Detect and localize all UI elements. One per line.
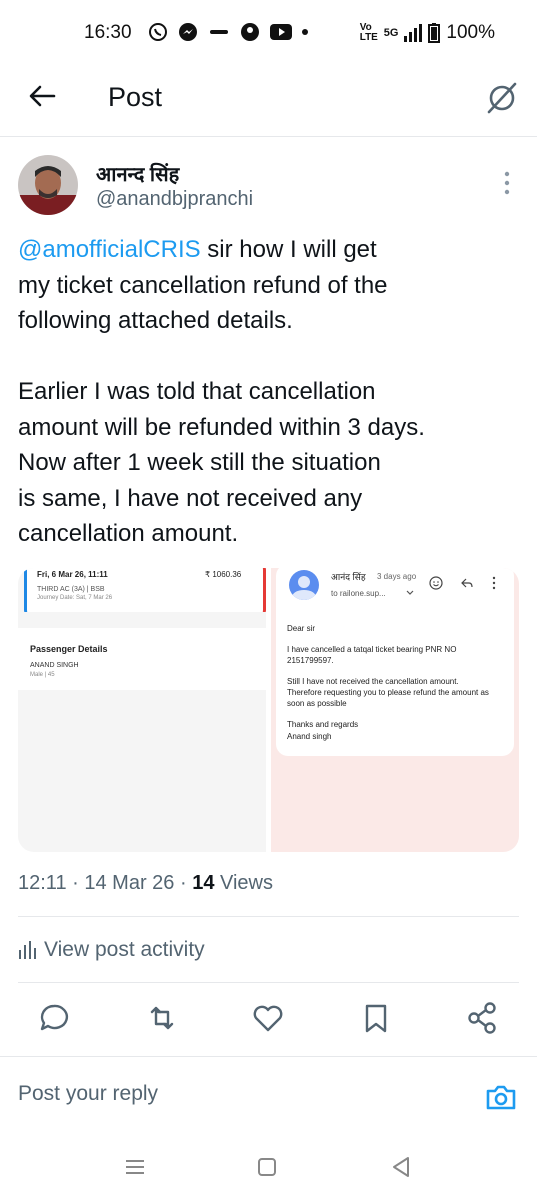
arrow-left-icon[interactable] — [26, 80, 58, 112]
post-meta: 12:11 · 14 Mar 26 · 14 Views — [18, 872, 273, 894]
views-count: 14 — [192, 872, 215, 894]
back-nav-icon[interactable] — [386, 1152, 416, 1182]
author-name[interactable]: आनन्द सिंह — [96, 160, 179, 187]
activity-divider — [18, 982, 519, 983]
chevron-down-icon — [406, 590, 414, 595]
view-activity-label: View post activity — [44, 938, 205, 961]
media-image-ticket[interactable]: Fri, 6 Mar 26, 11:11 ₹ 1060.36 THIRD AC … — [18, 568, 266, 852]
battery-percent: 100% — [446, 22, 495, 43]
reply-divider — [0, 1056, 537, 1057]
media-image-email[interactable]: आनंद सिंह 3 days ago to railone.sup... D… — [271, 568, 519, 852]
passenger-section-title: Passenger Details — [30, 644, 108, 654]
meta-divider — [18, 916, 519, 917]
youtube-icon — [270, 24, 292, 40]
signal-icon — [404, 24, 423, 42]
more-options-icon[interactable] — [500, 170, 514, 196]
more-notifications-dot — [302, 29, 308, 35]
email-more-icon — [492, 576, 496, 590]
reply-arrow-icon — [461, 578, 473, 588]
email-signature: Anand singh — [287, 732, 332, 741]
action-bar — [0, 998, 537, 1042]
ticket-date: Fri, 6 Mar 26, 11:11 — [37, 570, 108, 579]
email-sender: आनंद सिंह — [331, 572, 366, 582]
status-right: Vo LTE 5G 100% — [360, 22, 495, 44]
app-icon — [210, 30, 228, 34]
views-label: Views — [214, 872, 273, 894]
avatar[interactable] — [18, 155, 78, 215]
whatsapp-icon — [149, 23, 167, 41]
battery-icon — [428, 23, 441, 43]
email-closing: Thanks and regards — [287, 720, 359, 729]
app-icon-2 — [241, 23, 259, 41]
email-when: 3 days ago — [377, 572, 417, 581]
system-nav-bar — [0, 1140, 537, 1200]
notification-icons — [148, 22, 308, 42]
home-icon[interactable] — [252, 1152, 282, 1182]
volte-icon: Vo LTE — [359, 22, 378, 43]
post-media[interactable]: Fri, 6 Mar 26, 11:11 ₹ 1060.36 THIRD AC … — [18, 568, 519, 852]
analytics-icon — [19, 941, 36, 959]
post-text: @amofficialCRIS sir how I will get my ti… — [18, 232, 523, 552]
repost-icon[interactable] — [142, 998, 182, 1038]
sender-avatar — [289, 570, 319, 600]
reply-input[interactable]: Post your reply — [18, 1082, 158, 1106]
status-bar: 16:30 Vo LTE 5G 100% — [0, 0, 537, 70]
email-para-1: I have cancelled a tatqal ticket bearing… — [287, 645, 457, 665]
camera-icon[interactable] — [484, 1080, 518, 1114]
bookmark-icon[interactable] — [356, 998, 396, 1038]
reply-icon[interactable] — [34, 998, 74, 1038]
email-greeting: Dear sir — [287, 624, 316, 633]
share-icon[interactable] — [462, 998, 502, 1038]
author-handle[interactable]: @anandbjpranchi — [96, 188, 253, 211]
like-icon[interactable] — [248, 998, 288, 1038]
post-date: 14 Mar 26 — [84, 872, 175, 894]
passenger-info: Male | 45 — [30, 672, 55, 678]
ticket-journey: Journey Date: Sat, 7 Mar 26 — [37, 595, 113, 601]
email-to: to railone.sup... — [331, 589, 386, 598]
passenger-name: ANAND SINGH — [30, 662, 79, 669]
status-time: 16:30 — [84, 22, 132, 43]
grok-icon[interactable] — [484, 80, 520, 116]
mention-link[interactable]: @amofficialCRIS — [18, 236, 201, 263]
recents-icon[interactable] — [120, 1152, 150, 1182]
emoji-icon — [429, 576, 443, 590]
post-body: sir how I will get my ticket cancellatio… — [18, 236, 425, 547]
email-para-2: Still I have not received the cancellati… — [287, 677, 489, 708]
page-title: Post — [108, 82, 163, 112]
view-activity-link[interactable]: View post activity — [18, 938, 205, 962]
header-divider — [0, 136, 537, 137]
ticket-amount: ₹ 1060.36 — [205, 570, 242, 579]
ticket-class: THIRD AC (3A) | BSB — [37, 586, 105, 593]
post-time: 12:11 — [18, 872, 67, 894]
network-label: 5G — [383, 27, 399, 39]
messenger-icon — [179, 23, 197, 41]
